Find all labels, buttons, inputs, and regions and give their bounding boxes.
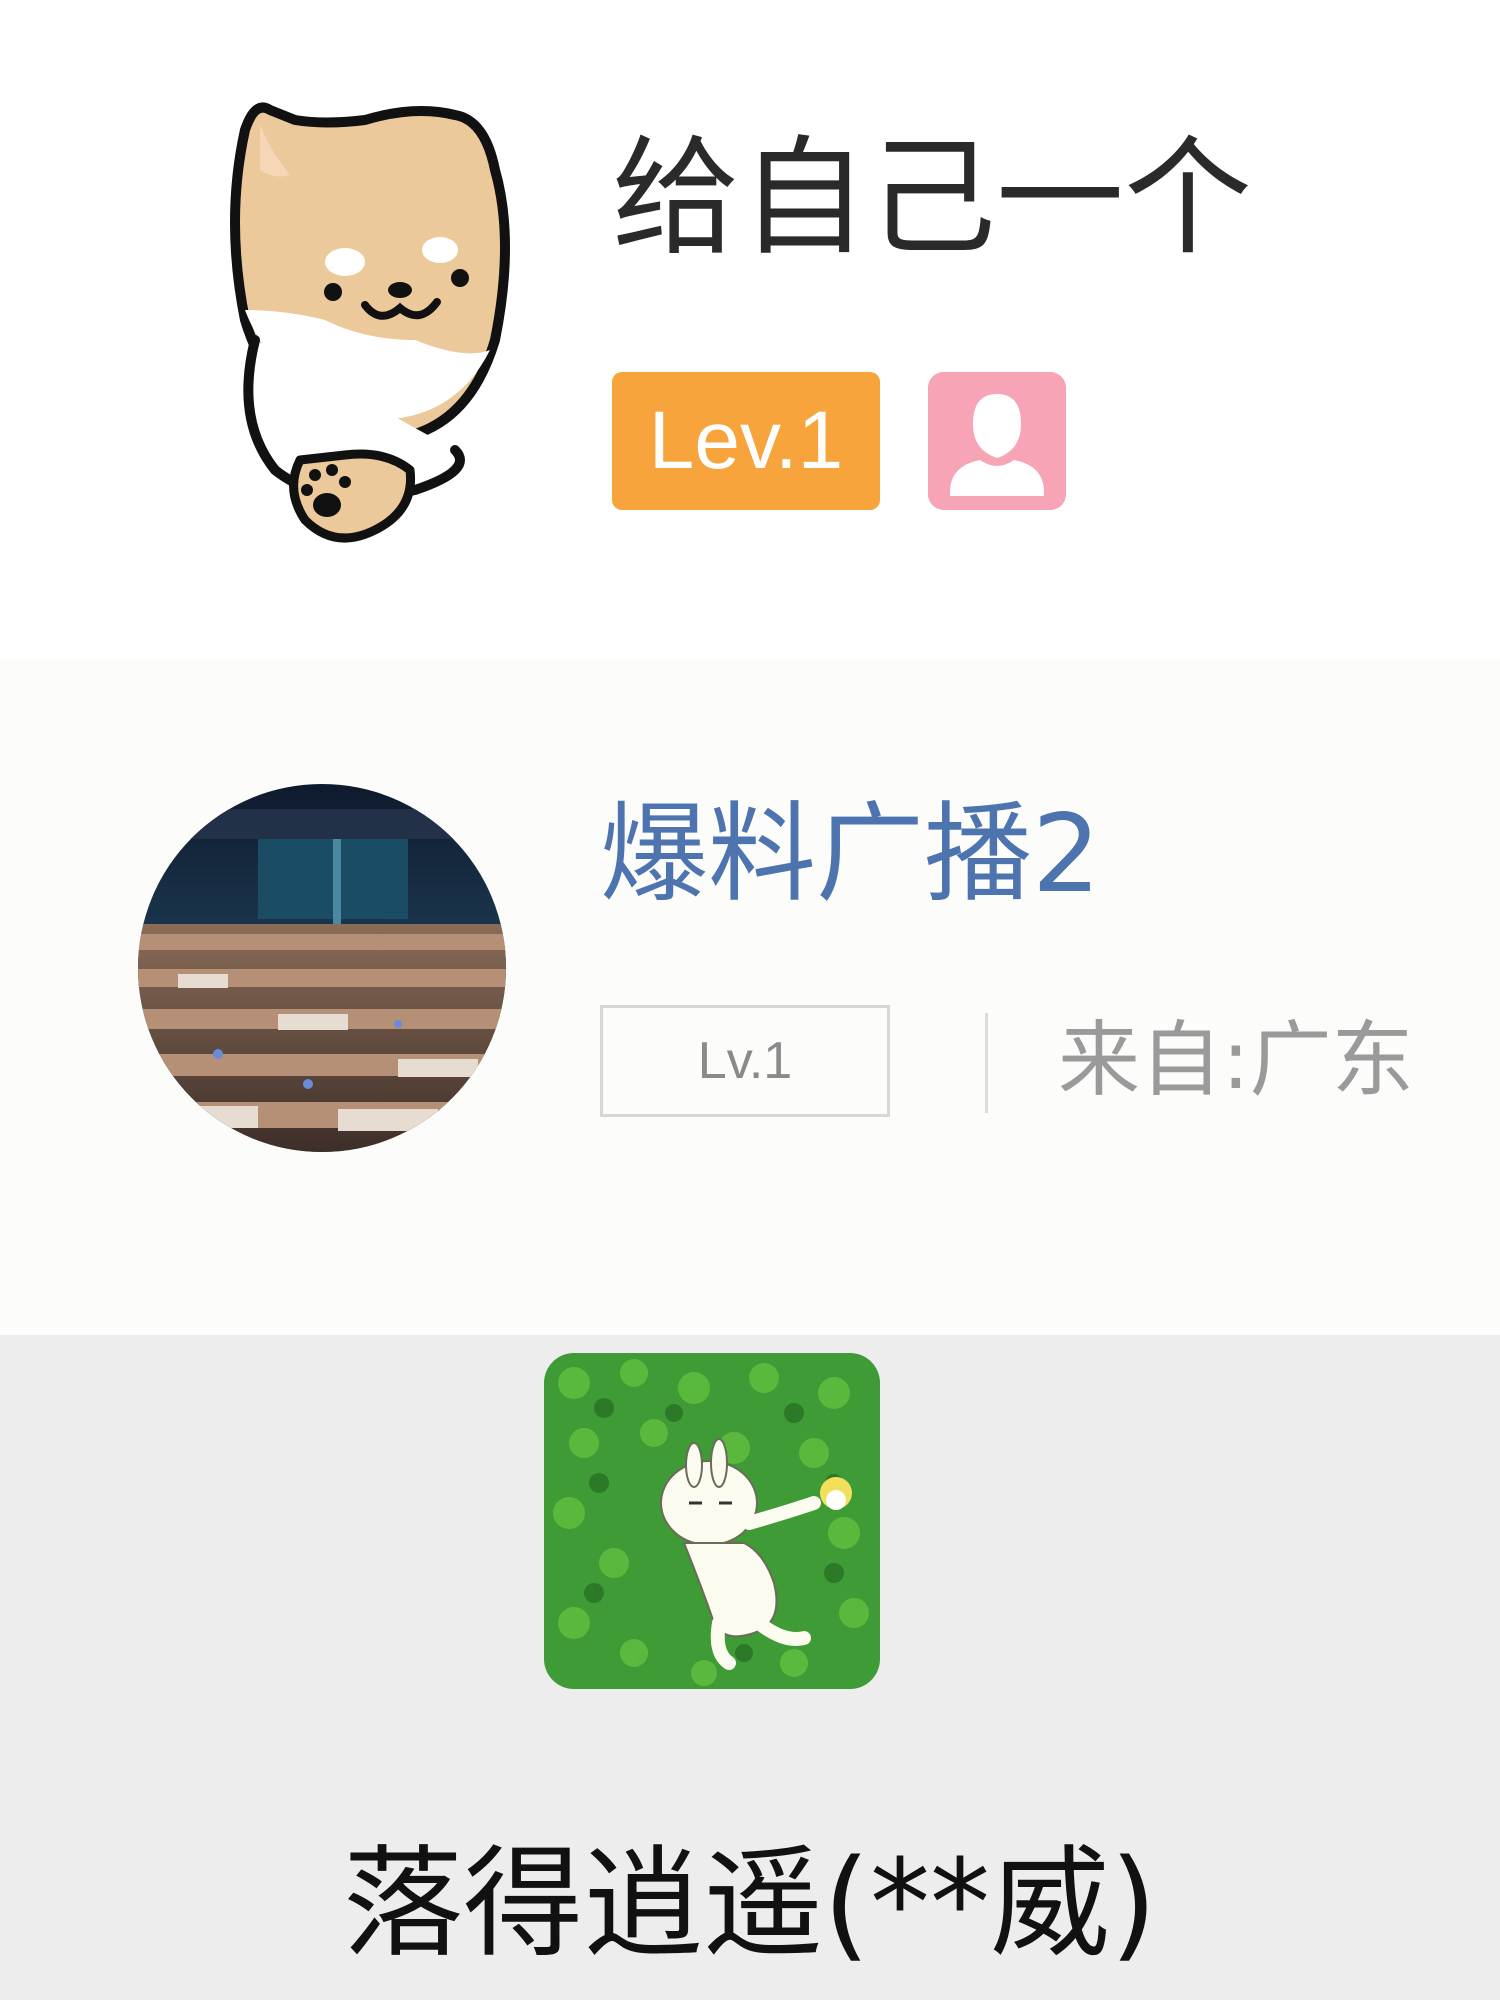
nickname[interactable]: 爆料广播2 — [600, 790, 1101, 920]
profile-card-2: 爆料广播2 Lv.1 来自:广东 — [0, 660, 1500, 1335]
level-badge: Lv.1 — [600, 1005, 890, 1117]
cinema-hall-photo — [138, 784, 506, 1152]
female-user-icon — [928, 372, 1066, 510]
avatar[interactable] — [215, 90, 535, 560]
divider — [985, 1013, 988, 1113]
avatar[interactable] — [544, 1353, 880, 1689]
avatar[interactable] — [138, 784, 506, 1152]
shiba-dog-icon — [230, 102, 510, 543]
gender-badge — [928, 372, 1066, 510]
nickname[interactable]: 落得逍遥(**威) — [0, 1833, 1500, 1977]
profile-card-1: 给自己一个 Lev.1 — [0, 0, 1500, 660]
profile-card-3: 落得逍遥(**威) — [0, 1335, 1500, 2000]
level-badge: Lev.1 — [612, 372, 880, 510]
nickname[interactable]: 给自己一个 — [612, 135, 1252, 263]
rabbit-clover-icon — [544, 1353, 880, 1689]
location-label: 来自:广东 — [1058, 1013, 1414, 1108]
